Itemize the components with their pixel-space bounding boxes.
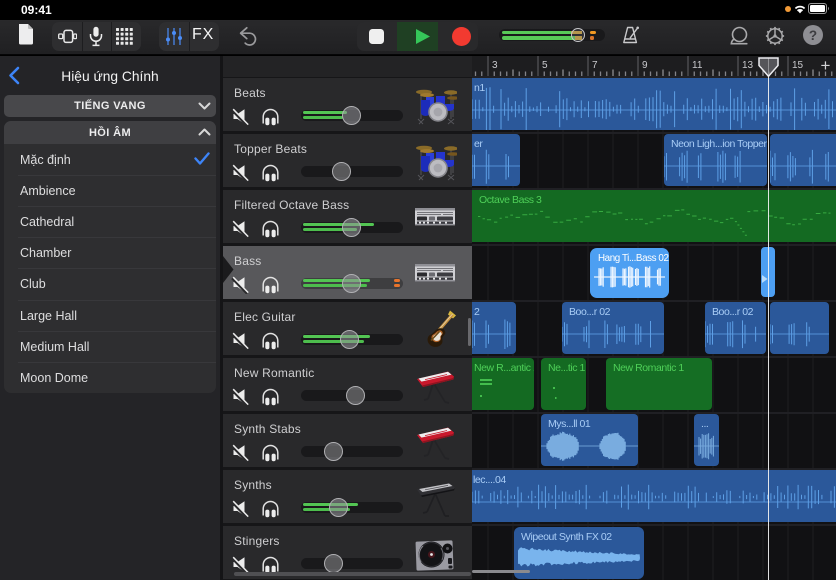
svg-text:11: 11 — [692, 60, 703, 71]
svg-text:5: 5 — [542, 60, 548, 71]
svg-text:15: 15 — [792, 60, 804, 71]
svg-text:13: 13 — [742, 60, 754, 71]
svg-text:3: 3 — [492, 60, 498, 71]
svg-text:7: 7 — [592, 60, 598, 71]
svg-text:9: 9 — [642, 60, 648, 71]
